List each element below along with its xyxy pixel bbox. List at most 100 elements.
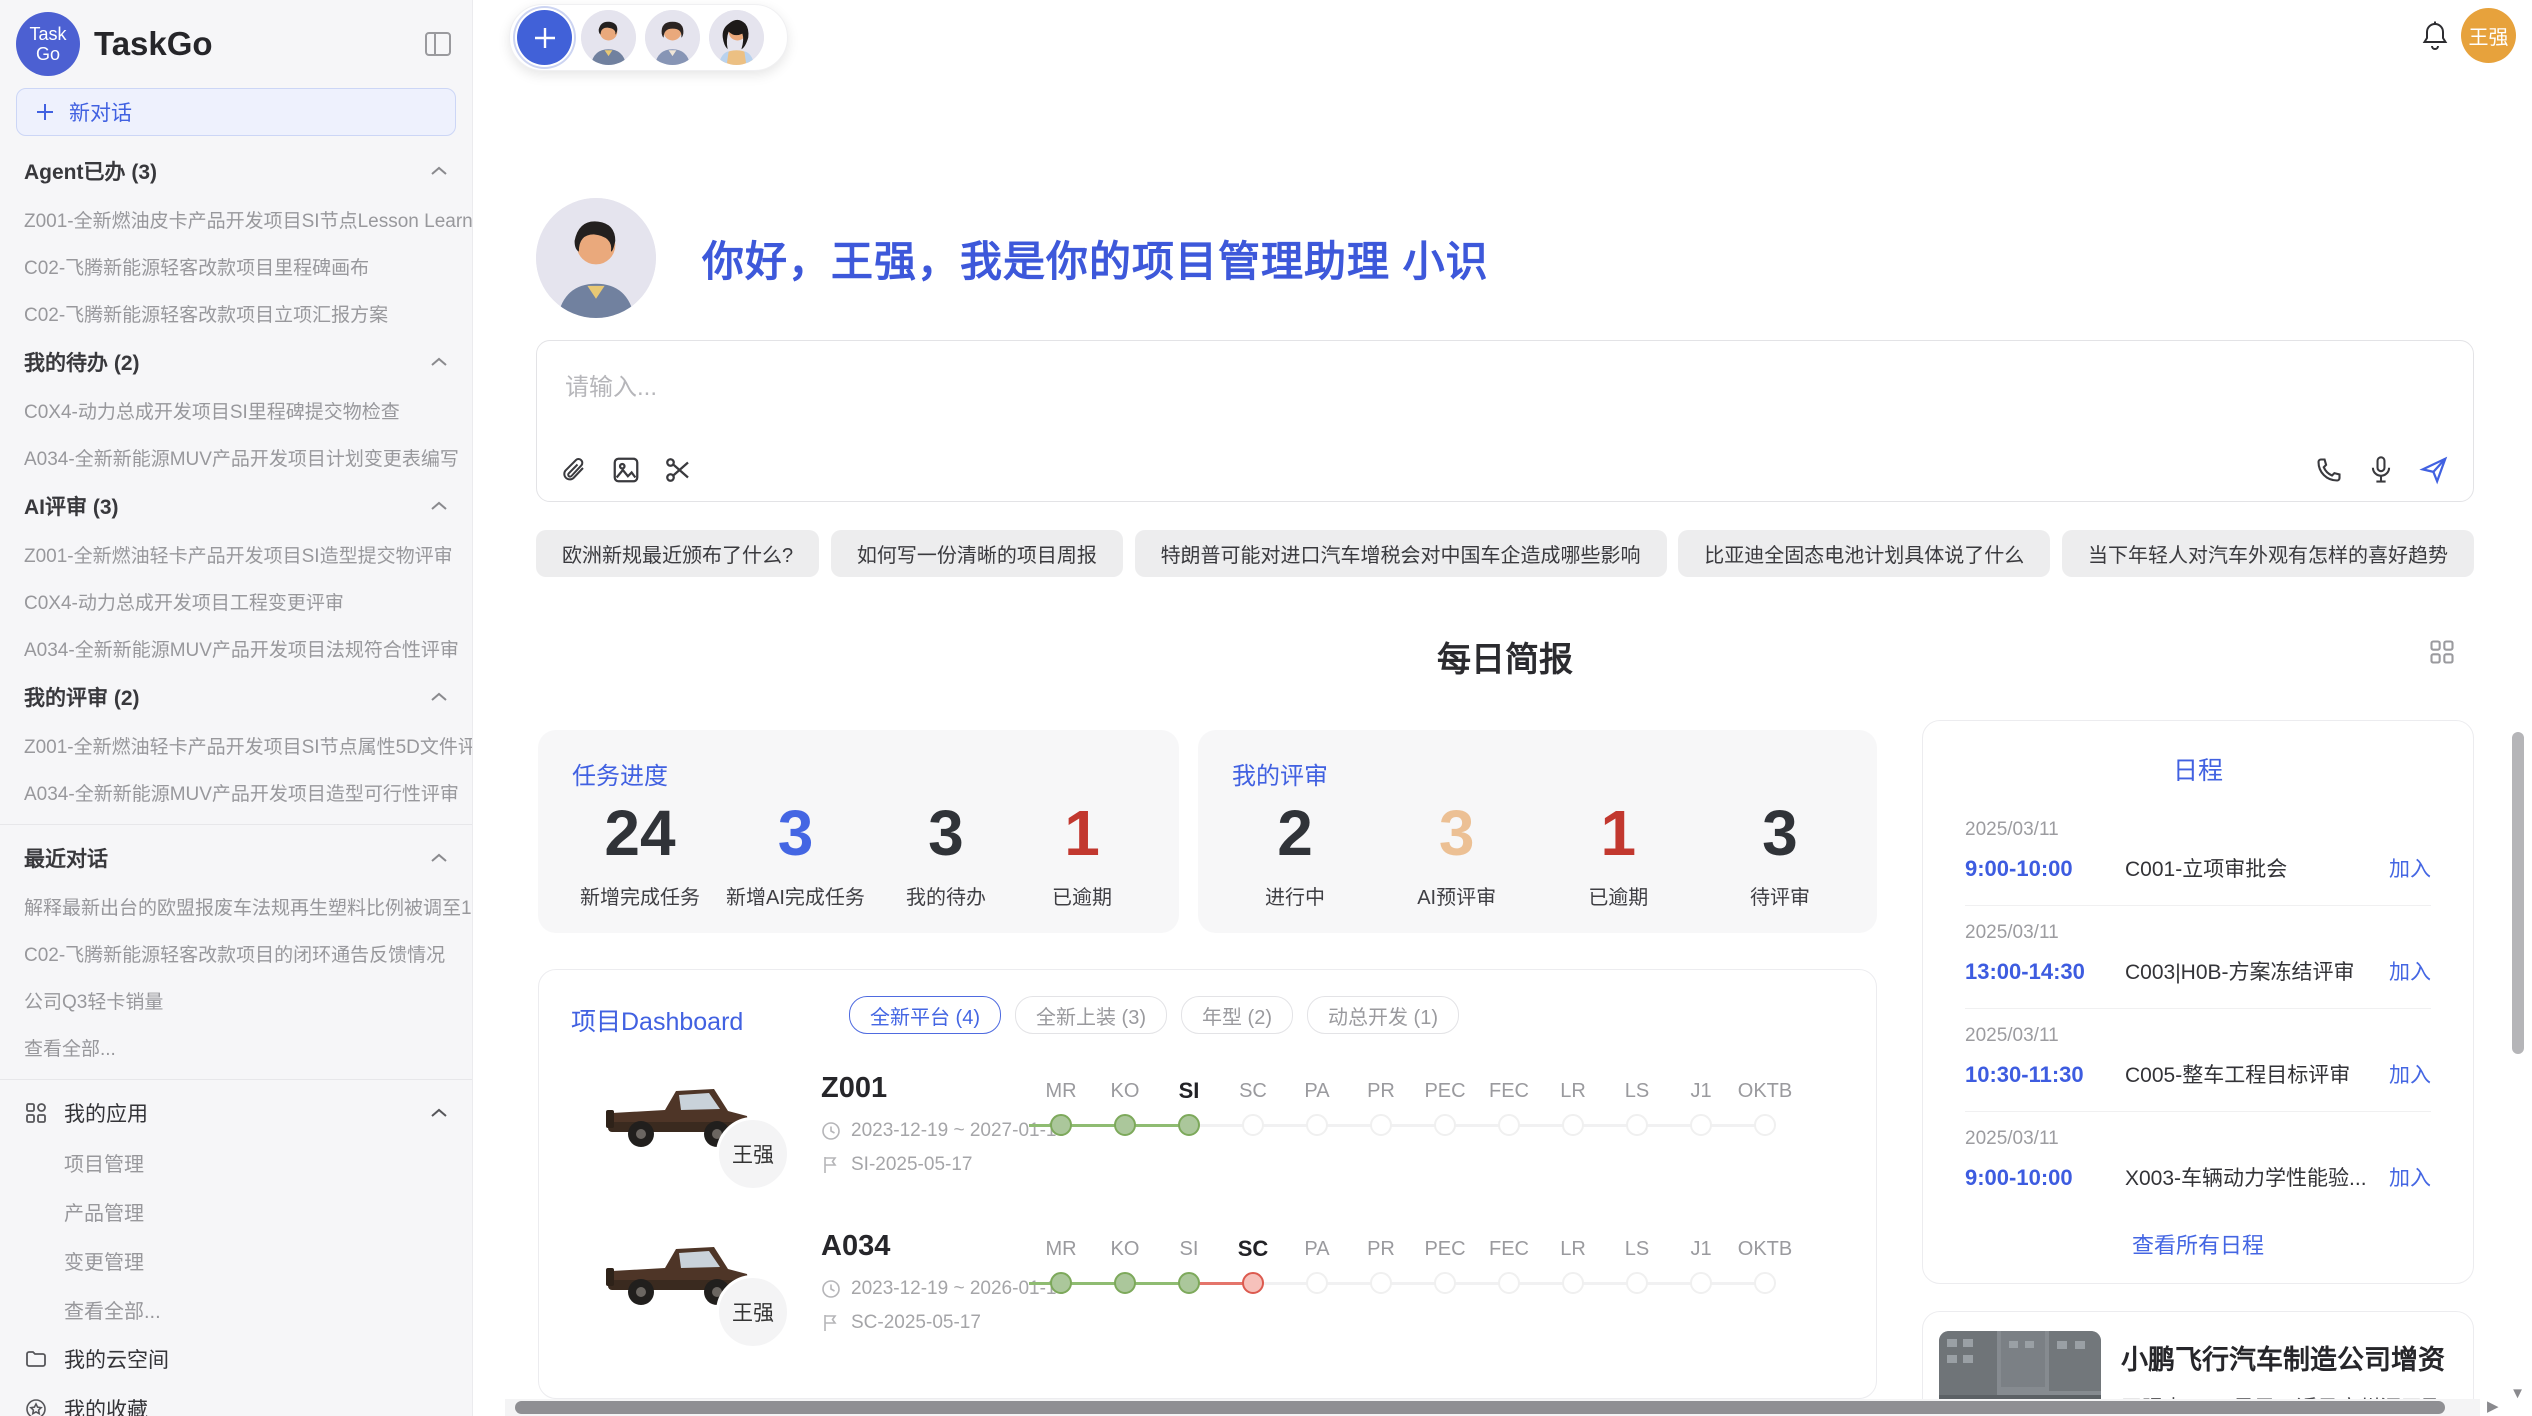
filter-pill[interactable]: 全新上装 (3) (1015, 996, 1167, 1034)
chevron-up-icon[interactable] (430, 356, 448, 368)
suggestion-chip[interactable]: 比亚迪全固态电池计划具体说了什么 (1678, 530, 2050, 577)
vertical-scrollbar-thumb[interactable] (2512, 732, 2524, 1054)
conversation-item[interactable]: A034-全新新能源MUV产品开发项目法规符合性评审 (0, 625, 472, 672)
join-meeting-link[interactable]: 加入 (2389, 1059, 2431, 1089)
section-header[interactable]: 我的评审 (2) (0, 672, 472, 722)
milestone[interactable]: KO (1093, 1076, 1157, 1140)
conversation-item[interactable]: C0X4-动力总成开发项目SI里程碑提交物检查 (0, 387, 472, 434)
milestone[interactable]: MR (1029, 1234, 1093, 1298)
milestone[interactable]: SC (1221, 1234, 1285, 1298)
notification-bell-icon[interactable] (2420, 20, 2450, 52)
horizontal-scrollbar-thumb[interactable] (515, 1401, 2445, 1414)
suggestion-chip[interactable]: 特朗普可能对进口汽车增税会对中国车企造成哪些影响 (1135, 530, 1667, 577)
layout-grid-icon[interactable] (2428, 638, 2456, 666)
conversation-item[interactable]: C0X4-动力总成开发项目工程变更评审 (0, 578, 472, 625)
recent-conversation-item[interactable]: 公司Q3轻卡销量 (0, 977, 472, 1024)
conversation-item[interactable]: Z001-全新燃油轻卡产品开发项目SI节点属性5D文件评审 (0, 722, 472, 769)
milestone[interactable]: PR (1349, 1234, 1413, 1298)
milestone[interactable]: PA (1285, 1076, 1349, 1140)
milestone[interactable]: FEC (1477, 1234, 1541, 1298)
milestone[interactable]: PEC (1413, 1234, 1477, 1298)
add-agent-button[interactable] (517, 10, 572, 65)
milestone[interactable]: LR (1541, 1076, 1605, 1140)
filter-pill[interactable]: 动总开发 (1) (1307, 996, 1459, 1034)
filter-pill[interactable]: 年型 (2) (1181, 996, 1293, 1034)
suggestion-chip[interactable]: 如何写一份清晰的项目周报 (831, 530, 1123, 577)
join-meeting-link[interactable]: 加入 (2389, 853, 2431, 883)
milestone[interactable]: LS (1605, 1076, 1669, 1140)
sidebar-item-cloud-space[interactable]: 我的云空间 (0, 1334, 472, 1384)
sidebar-item-favorites[interactable]: 我的收藏 (0, 1384, 472, 1416)
apps-view-all[interactable]: 查看全部... (0, 1285, 472, 1334)
user-avatar[interactable]: 王强 (2461, 8, 2516, 63)
milestone[interactable]: LS (1605, 1234, 1669, 1298)
conversation-item[interactable]: C02-飞腾新能源轻客改款项目里程碑画布 (0, 243, 472, 290)
conversation-item[interactable]: A034-全新新能源MUV产品开发项目造型可行性评审 (0, 769, 472, 816)
milestone[interactable]: SI (1157, 1234, 1221, 1298)
stat-item[interactable]: 1 已逾期 (1563, 795, 1673, 910)
sidebar-collapse-icon[interactable] (424, 31, 452, 57)
milestone[interactable]: SI (1157, 1076, 1221, 1140)
conversation-item[interactable]: Z001-全新燃油皮卡产品开发项目SI节点Lesson Learn报告 (0, 196, 472, 243)
chevron-up-icon[interactable] (430, 852, 448, 864)
chevron-up-icon[interactable] (430, 500, 448, 512)
stat-item[interactable]: 3 新增AI完成任务 (726, 795, 865, 910)
milestone[interactable]: MR (1029, 1076, 1093, 1140)
stat-item[interactable]: 24 新增完成任务 (580, 795, 700, 910)
image-upload-icon[interactable] (611, 455, 641, 485)
milestone[interactable]: J1 (1669, 1234, 1733, 1298)
join-meeting-link[interactable]: 加入 (2389, 956, 2431, 986)
milestone[interactable]: OKTB (1733, 1076, 1797, 1140)
recent-conversation-item[interactable]: 解释最新出台的欧盟报废车法规再生塑料比例被调至15%... (0, 883, 472, 930)
microphone-icon[interactable] (2367, 455, 2395, 485)
message-input[interactable] (537, 341, 2473, 449)
milestone[interactable]: FEC (1477, 1076, 1541, 1140)
stat-item[interactable]: 3 待评审 (1725, 795, 1835, 910)
chevron-up-icon[interactable] (430, 165, 448, 177)
scroll-down-arrow-icon[interactable]: ▼ (2510, 1385, 2525, 1402)
agent-avatar[interactable] (645, 10, 700, 65)
stat-item[interactable]: 3 我的待办 (891, 795, 1001, 910)
conversation-item[interactable]: Z001-全新燃油轻卡产品开发项目SI造型提交物评审 (0, 531, 472, 578)
section-header[interactable]: 我的待办 (2) (0, 337, 472, 387)
recent-view-all[interactable]: 查看全部... (0, 1024, 472, 1071)
attachment-icon[interactable] (561, 455, 589, 485)
scroll-right-arrow-icon[interactable]: ▶ (2487, 1397, 2499, 1415)
chevron-up-icon[interactable] (430, 1107, 448, 1119)
recent-header[interactable]: 最近对话 (0, 833, 472, 883)
project-row[interactable]: 王强 A034 2023-12-19 ~ 2026-01-19 SC-2025-… (539, 1220, 1876, 1378)
stat-item[interactable]: 2 进行中 (1240, 795, 1350, 910)
suggestion-chip[interactable]: 当下年轻人对汽车外观有怎样的喜好趋势 (2062, 530, 2474, 577)
section-header[interactable]: AI评审 (3) (0, 481, 472, 531)
milestone[interactable]: LR (1541, 1234, 1605, 1298)
sidebar-item-my-apps[interactable]: 我的应用 (0, 1088, 472, 1138)
milestone[interactable]: KO (1093, 1234, 1157, 1298)
new-chat-button[interactable]: 新对话 (16, 88, 456, 136)
agent-avatar[interactable] (709, 10, 764, 65)
suggestion-chip[interactable]: 欧洲新规最近颁布了什么? (536, 530, 819, 577)
conversation-item[interactable]: C02-飞腾新能源轻客改款项目立项汇报方案 (0, 290, 472, 337)
send-icon[interactable] (2419, 455, 2449, 485)
milestone[interactable]: OKTB (1733, 1234, 1797, 1298)
milestone[interactable]: J1 (1669, 1076, 1733, 1140)
chevron-up-icon[interactable] (430, 691, 448, 703)
section-header[interactable]: Agent已办 (3) (0, 146, 472, 196)
stat-item[interactable]: 3 AI预评审 (1402, 795, 1512, 910)
join-meeting-link[interactable]: 加入 (2389, 1162, 2431, 1192)
scissors-icon[interactable] (663, 455, 693, 485)
project-row[interactable]: 王强 Z001 2023-12-19 ~ 2027-01-19 SI-2025-… (539, 1062, 1876, 1220)
milestone[interactable]: SC (1221, 1076, 1285, 1140)
app-link[interactable]: 产品管理 (0, 1187, 472, 1236)
milestone[interactable]: PR (1349, 1076, 1413, 1140)
milestone[interactable]: PEC (1413, 1076, 1477, 1140)
conversation-item[interactable]: A034-全新新能源MUV产品开发项目计划变更表编写 (0, 434, 472, 481)
stat-item[interactable]: 1 已逾期 (1027, 795, 1137, 910)
phone-call-icon[interactable] (2315, 456, 2343, 484)
agent-avatar[interactable] (581, 10, 636, 65)
app-link[interactable]: 项目管理 (0, 1138, 472, 1187)
app-link[interactable]: 变更管理 (0, 1236, 472, 1285)
milestone[interactable]: PA (1285, 1234, 1349, 1298)
view-all-schedule-link[interactable]: 查看所有日程 (1965, 1228, 2431, 1260)
filter-pill[interactable]: 全新平台 (4) (849, 996, 1001, 1034)
recent-conversation-item[interactable]: C02-飞腾新能源轻客改款项目的闭环通告反馈情况 (0, 930, 472, 977)
